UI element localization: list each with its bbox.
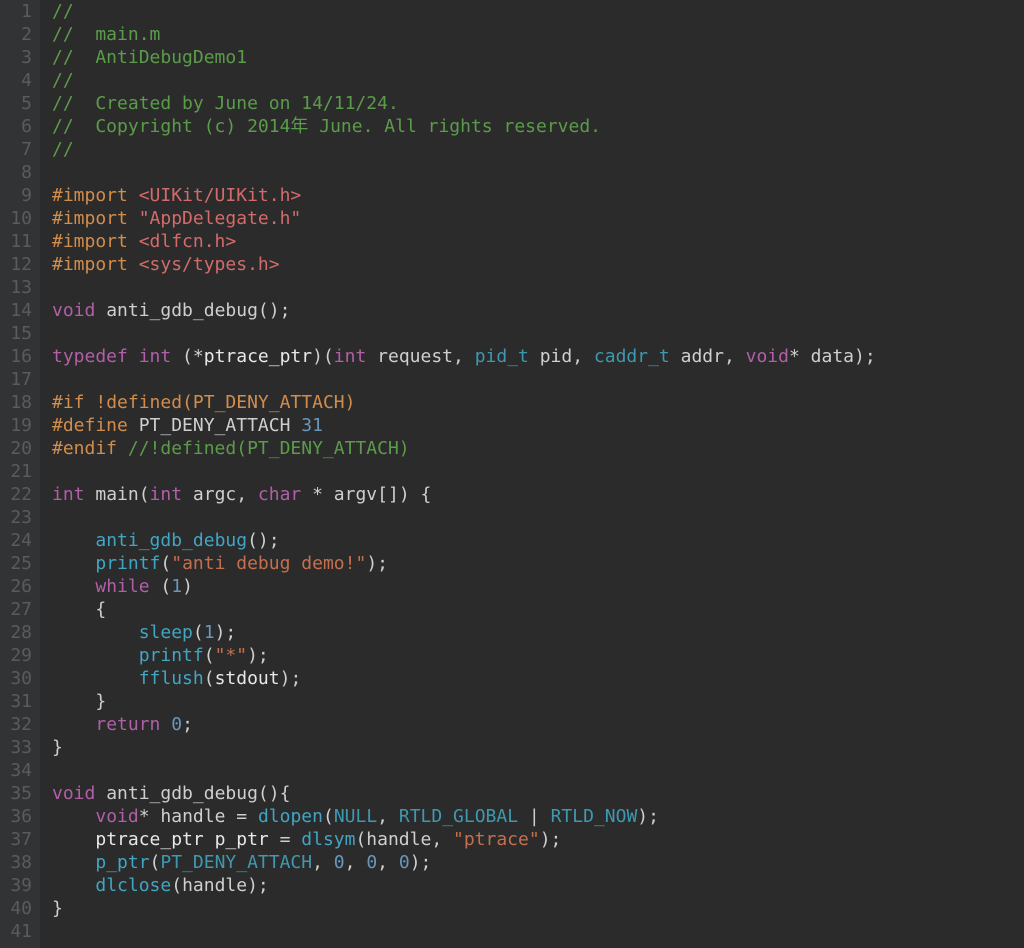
code-line xyxy=(52,276,1024,299)
line-number: 25 xyxy=(4,552,32,575)
line-number: 23 xyxy=(4,506,32,529)
line-number: 31 xyxy=(4,690,32,713)
line-number: 9 xyxy=(4,184,32,207)
code-line xyxy=(52,506,1024,529)
line-number: 32 xyxy=(4,713,32,736)
code-line: // Created by June on 14/11/24. xyxy=(52,92,1024,115)
line-number: 40 xyxy=(4,897,32,920)
code-line xyxy=(52,322,1024,345)
code-line xyxy=(52,161,1024,184)
line-number: 29 xyxy=(4,644,32,667)
line-number: 35 xyxy=(4,782,32,805)
code-line xyxy=(52,920,1024,943)
line-number: 20 xyxy=(4,437,32,460)
code-line: typedef int (*ptrace_ptr)(int request, p… xyxy=(52,345,1024,368)
line-number: 6 xyxy=(4,115,32,138)
line-number: 28 xyxy=(4,621,32,644)
code-line: // AntiDebugDemo1 xyxy=(52,46,1024,69)
code-line: } xyxy=(52,690,1024,713)
code-line: return 0; xyxy=(52,713,1024,736)
code-line: int main(int argc, char * argv[]) { xyxy=(52,483,1024,506)
code-line: void anti_gdb_debug(){ xyxy=(52,782,1024,805)
line-number: 12 xyxy=(4,253,32,276)
line-number: 7 xyxy=(4,138,32,161)
line-number: 2 xyxy=(4,23,32,46)
line-number: 33 xyxy=(4,736,32,759)
line-number: 18 xyxy=(4,391,32,414)
code-area[interactable]: //// main.m// AntiDebugDemo1//// Created… xyxy=(40,0,1024,948)
code-line: ptrace_ptr p_ptr = dlsym(handle, "ptrace… xyxy=(52,828,1024,851)
code-line: printf("*"); xyxy=(52,644,1024,667)
line-number: 1 xyxy=(4,0,32,23)
line-number: 17 xyxy=(4,368,32,391)
code-line: #if !defined(PT_DENY_ATTACH) xyxy=(52,391,1024,414)
code-line: { xyxy=(52,598,1024,621)
line-number: 36 xyxy=(4,805,32,828)
line-number: 22 xyxy=(4,483,32,506)
code-line: // main.m xyxy=(52,23,1024,46)
code-line: #import <UIKit/UIKit.h> xyxy=(52,184,1024,207)
line-number: 27 xyxy=(4,598,32,621)
line-number: 3 xyxy=(4,46,32,69)
code-line: fflush(stdout); xyxy=(52,667,1024,690)
code-line: } xyxy=(52,897,1024,920)
line-number: 10 xyxy=(4,207,32,230)
code-line xyxy=(52,759,1024,782)
code-line: printf("anti debug demo!"); xyxy=(52,552,1024,575)
line-number: 34 xyxy=(4,759,32,782)
code-line: sleep(1); xyxy=(52,621,1024,644)
code-line: // Copyright (c) 2014年 June. All rights … xyxy=(52,115,1024,138)
line-number: 39 xyxy=(4,874,32,897)
line-number: 14 xyxy=(4,299,32,322)
line-number: 5 xyxy=(4,92,32,115)
line-number: 41 xyxy=(4,920,32,943)
code-line: // xyxy=(52,138,1024,161)
code-line: dlclose(handle); xyxy=(52,874,1024,897)
line-number: 16 xyxy=(4,345,32,368)
code-line: #define PT_DENY_ATTACH 31 xyxy=(52,414,1024,437)
code-line: anti_gdb_debug(); xyxy=(52,529,1024,552)
code-line: p_ptr(PT_DENY_ATTACH, 0, 0, 0); xyxy=(52,851,1024,874)
line-number: 15 xyxy=(4,322,32,345)
line-number: 38 xyxy=(4,851,32,874)
code-line: while (1) xyxy=(52,575,1024,598)
line-number: 26 xyxy=(4,575,32,598)
code-line: #endif //!defined(PT_DENY_ATTACH) xyxy=(52,437,1024,460)
code-line: // xyxy=(52,69,1024,92)
code-line: // xyxy=(52,0,1024,23)
line-number: 8 xyxy=(4,161,32,184)
code-line xyxy=(52,460,1024,483)
line-number: 21 xyxy=(4,460,32,483)
line-number-gutter: 1234567891011121314151617181920212223242… xyxy=(0,0,40,948)
code-line: #import <dlfcn.h> xyxy=(52,230,1024,253)
line-number: 13 xyxy=(4,276,32,299)
code-line xyxy=(52,368,1024,391)
code-line: } xyxy=(52,736,1024,759)
line-number: 30 xyxy=(4,667,32,690)
code-line: void anti_gdb_debug(); xyxy=(52,299,1024,322)
line-number: 19 xyxy=(4,414,32,437)
line-number: 4 xyxy=(4,69,32,92)
code-line: #import <sys/types.h> xyxy=(52,253,1024,276)
line-number: 11 xyxy=(4,230,32,253)
code-line: void* handle = dlopen(NULL, RTLD_GLOBAL … xyxy=(52,805,1024,828)
code-line: #import "AppDelegate.h" xyxy=(52,207,1024,230)
line-number: 37 xyxy=(4,828,32,851)
line-number: 24 xyxy=(4,529,32,552)
code-editor[interactable]: 1234567891011121314151617181920212223242… xyxy=(0,0,1024,948)
